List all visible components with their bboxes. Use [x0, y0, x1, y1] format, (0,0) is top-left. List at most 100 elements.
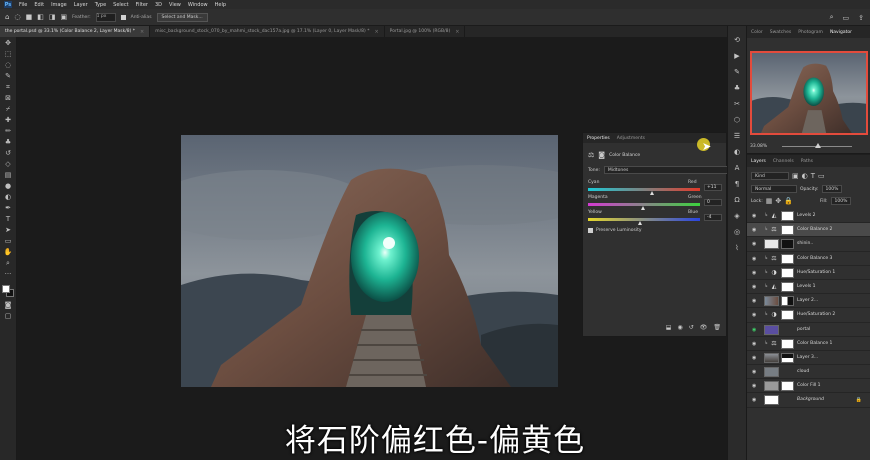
layer-row[interactable]: ◉ ↳ ◭ Levels 2 [747, 209, 870, 224]
layer-mask-thumbnail[interactable] [781, 239, 794, 250]
move-tool-icon[interactable]: ✥ [3, 39, 13, 48]
blend-mode-select[interactable]: Normal [751, 185, 797, 193]
visibility-eye-icon[interactable]: ◉ [752, 256, 756, 262]
layer-row[interactable]: ◉ portal [747, 323, 870, 337]
subtract-selection-icon[interactable]: ◨ [49, 13, 56, 21]
layer-thumbnail[interactable] [764, 381, 779, 392]
intersect-selection-icon[interactable]: ▣ [60, 13, 67, 21]
tab-properties[interactable]: Properties [587, 136, 610, 141]
tone-select[interactable]: Midtones [603, 166, 734, 174]
layer-thumbnail[interactable] [764, 395, 779, 406]
menu-view[interactable]: View [169, 2, 181, 8]
layer-name[interactable]: Levels 2 [797, 213, 816, 218]
layer-row-selected[interactable]: ◉ ↳ ⚖ Color Balance 2 [747, 223, 870, 238]
close-icon[interactable]: × [455, 29, 459, 35]
character-icon[interactable]: A [735, 164, 740, 172]
history-brush-icon[interactable]: ↺ [3, 149, 13, 158]
tab-channels[interactable]: Channels [773, 159, 794, 164]
filter-shape-icon[interactable]: ▭ [818, 172, 825, 180]
tools-icon[interactable]: ✂ [734, 100, 740, 108]
home-icon[interactable]: ⌂ [5, 13, 9, 21]
layers-icon[interactable]: ◈ [734, 212, 739, 220]
layer-mask-thumbnail[interactable] [781, 296, 794, 307]
layer-thumbnail[interactable] [764, 367, 779, 378]
blur-tool-icon[interactable]: ● [3, 182, 13, 191]
type-tool-icon[interactable]: T [3, 215, 13, 224]
menu-layer[interactable]: Layer [74, 2, 88, 8]
healing-brush-icon[interactable]: ✚ [3, 116, 13, 125]
layer-mask-thumbnail[interactable] [781, 310, 794, 321]
visibility-eye-icon[interactable]: ◉ [752, 397, 756, 403]
visibility-eye-icon[interactable]: ◉ [752, 327, 756, 333]
lasso-tool-icon[interactable]: ◌ [14, 13, 20, 21]
paragraph-icon[interactable]: ¶ [735, 180, 739, 188]
tab-portal-jpg[interactable]: Portal.jpg @ 100% (RGB/8) × [385, 26, 466, 37]
layer-thumbnail[interactable] [764, 324, 779, 335]
search-icon[interactable]: ⌕ [830, 13, 834, 22]
slider-value[interactable]: -4 [704, 214, 722, 221]
share-icon[interactable]: ⇪ [858, 13, 864, 22]
frame-tool-icon[interactable]: ⊠ [3, 94, 13, 103]
workspace-icon[interactable]: ▭ [843, 13, 850, 22]
kind-filter-select[interactable]: Kind [751, 172, 789, 180]
menu-help[interactable]: Help [215, 2, 226, 8]
slider-value[interactable]: 0 [704, 199, 722, 206]
color-swatches[interactable] [1, 284, 15, 298]
layer-row[interactable]: ◉ ↳ ◑ Hue/Saturation 1 [747, 266, 870, 280]
trash-icon[interactable]: 🗑 [713, 324, 721, 331]
slider-track[interactable] [588, 188, 700, 191]
more-tools-icon[interactable]: ··· [3, 270, 13, 279]
layer-row[interactable]: ◉ Layer 3... [747, 351, 870, 366]
slider-knob[interactable] [638, 221, 642, 225]
navigator-zoom-value[interactable]: 33.08% [750, 144, 767, 149]
menu-3d[interactable]: 3D [155, 2, 162, 8]
layer-row[interactable]: ◉ Color Fill 1 [747, 379, 870, 394]
visibility-eye-icon[interactable]: ◉ [752, 241, 756, 247]
paths-icon[interactable]: ⌇ [735, 244, 738, 252]
menu-image[interactable]: Image [51, 2, 67, 8]
tab-misc-background[interactable]: misc_background_stock_070_by_mahmi_stock… [150, 26, 385, 37]
tab-layers[interactable]: Layers [751, 159, 766, 164]
eyedropper-tool-icon[interactable]: ⌿ [3, 105, 13, 114]
slider-value[interactable]: +11 [704, 184, 722, 191]
layer-name[interactable]: Color Balance 2 [797, 227, 832, 232]
layer-name[interactable]: Layer 2... [797, 298, 818, 303]
tab-the-portal[interactable]: the portal.psd @ 33.1% (Color Balance 2,… [0, 26, 151, 37]
layer-mask-thumbnail[interactable] [781, 225, 794, 236]
visibility-eye-icon[interactable]: ◉ [752, 341, 756, 347]
navigator-zoom-knob[interactable] [815, 143, 821, 148]
mask-icon[interactable]: ◙ [598, 151, 605, 159]
preserve-luminosity-checkbox[interactable] [588, 228, 593, 233]
antialias-checkbox[interactable] [120, 14, 126, 20]
feather-input[interactable]: 1 px [95, 12, 116, 22]
tab-adjustments[interactable]: Adjustments [617, 136, 645, 141]
menu-edit[interactable]: Edit [34, 2, 44, 8]
lock-position-icon[interactable]: ✥ [775, 197, 781, 205]
foreground-color-swatch[interactable] [2, 285, 10, 293]
add-selection-icon[interactable]: ◧ [37, 13, 44, 21]
layer-mask-thumbnail[interactable] [781, 352, 794, 363]
layer-mask-thumbnail[interactable] [781, 281, 794, 292]
rectangle-tool-icon[interactable]: ▭ [3, 237, 13, 246]
lock-all-icon[interactable]: 🔒 [784, 197, 793, 205]
glyphs-icon[interactable]: Ω [734, 196, 739, 204]
layer-row[interactable]: ◉ shinin.. [747, 237, 870, 252]
layer-thumbnail[interactable] [764, 239, 779, 250]
layer-name[interactable]: Levels 1 [797, 284, 816, 289]
adjustments-icon[interactable]: ◐ [734, 148, 740, 156]
channels-icon[interactable]: ◎ [734, 228, 740, 236]
layer-name[interactable]: Color Fill 1 [797, 383, 820, 388]
tab-swatches[interactable]: Swatches [770, 30, 792, 35]
clip-to-layer-icon[interactable]: ⬓ [666, 324, 672, 331]
layer-row[interactable]: ◉ Layer 2... [747, 294, 870, 309]
layer-name[interactable]: cloud [797, 369, 809, 374]
layer-row[interactable]: ◉ ↳ ◭ Levels 1 [747, 280, 870, 295]
visibility-icon[interactable]: 👁 [700, 324, 708, 331]
navigator-thumbnail[interactable] [750, 51, 868, 135]
layer-mask-thumbnail[interactable] [781, 211, 794, 221]
marquee-tool-icon[interactable]: ⬚ [3, 50, 13, 59]
menu-filter[interactable]: Filter [136, 2, 148, 8]
visibility-eye-icon[interactable]: ◉ [752, 284, 756, 290]
lock-pixels-icon[interactable]: ▦ [766, 197, 773, 205]
filter-pixel-icon[interactable]: ▣ [792, 172, 799, 180]
